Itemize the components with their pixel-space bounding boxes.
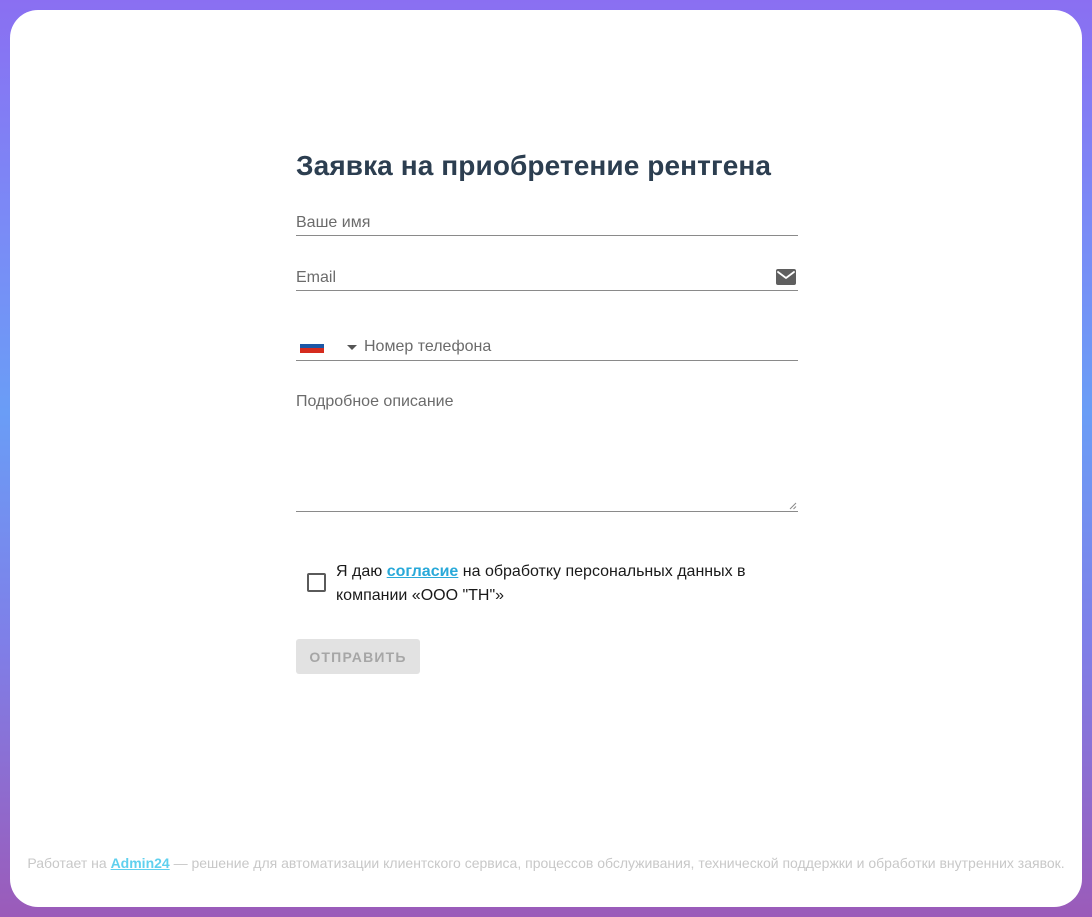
description-placeholder: Подробное описание bbox=[296, 393, 454, 410]
footer: Работает на Admin24 — решение для автома… bbox=[10, 852, 1082, 874]
form-title: Заявка на приобретение рентгена bbox=[296, 150, 772, 181]
name-placeholder: Ваше имя bbox=[296, 214, 371, 231]
consent-text: Я даю согласие на обработку персональных… bbox=[336, 560, 776, 608]
ru-flag-icon[interactable] bbox=[300, 339, 324, 354]
phone-input[interactable]: Номер телефона bbox=[296, 336, 798, 361]
email-input[interactable]: Email bbox=[296, 267, 798, 291]
phone-placeholder: Номер телефона bbox=[364, 338, 492, 355]
form-card: Заявка на приобретение рентгена Ваше имя… bbox=[10, 10, 1082, 907]
footer-suffix: — решение для автоматизации клиентского … bbox=[169, 855, 1065, 871]
description-textarea[interactable]: Подробное описание bbox=[296, 393, 798, 512]
name-input[interactable]: Ваше имя bbox=[296, 212, 798, 236]
footer-prefix: Работает на bbox=[27, 855, 111, 871]
mail-icon bbox=[776, 269, 796, 285]
resize-grip-icon[interactable] bbox=[789, 502, 797, 510]
consent-prefix: Я даю bbox=[336, 563, 387, 580]
request-form: Заявка на приобретение рентгена Ваше имя… bbox=[296, 150, 798, 674]
email-placeholder: Email bbox=[296, 269, 337, 286]
footer-link[interactable]: Admin24 bbox=[111, 855, 170, 871]
consent-checkbox[interactable] bbox=[307, 573, 326, 592]
consent-row: Я даю согласие на обработку персональных… bbox=[296, 560, 798, 606]
consent-link[interactable]: согласие bbox=[387, 563, 459, 580]
chevron-down-icon[interactable] bbox=[347, 345, 357, 350]
submit-button[interactable]: ОТПРАВИТЬ bbox=[296, 639, 420, 674]
